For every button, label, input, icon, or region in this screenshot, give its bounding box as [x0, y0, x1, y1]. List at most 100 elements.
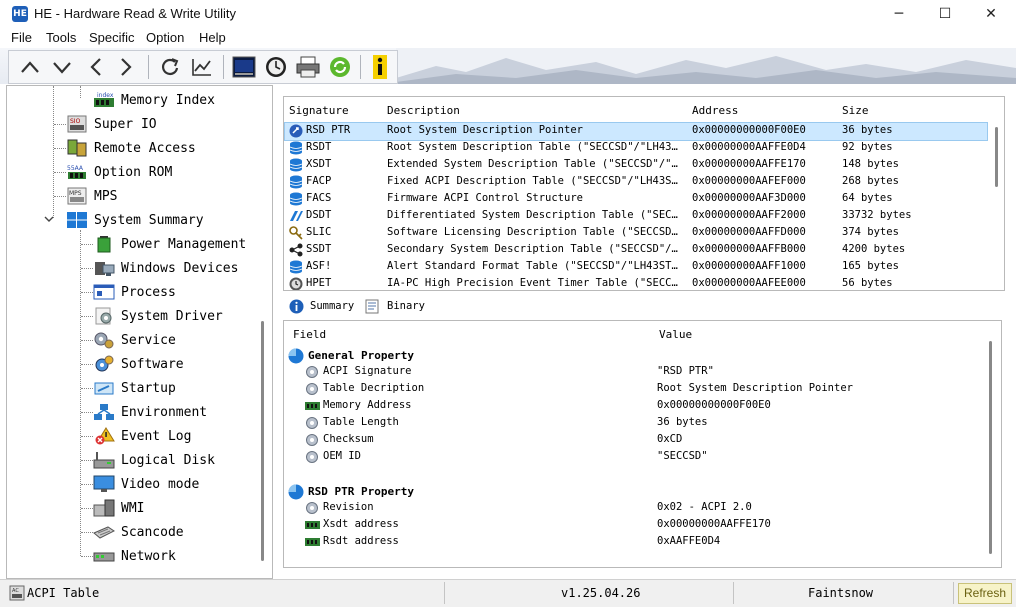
- tree-item-label: Logical Disk: [121, 452, 215, 468]
- column-header-size[interactable]: Size: [842, 104, 869, 117]
- row-description: Fixed ACPI Description Table ("SECCSD"/"…: [387, 175, 678, 187]
- detail-row[interactable]: Table Decription Root System Description…: [284, 381, 984, 398]
- close-button[interactable]: ✕: [968, 0, 1014, 28]
- tree-item-label: WMI: [121, 500, 145, 516]
- tree-item-system-driver[interactable]: System Driver: [93, 305, 223, 327]
- menu-tools[interactable]: Tools: [46, 30, 76, 45]
- tree-item-network[interactable]: Network: [93, 545, 176, 567]
- column-header-field[interactable]: Field: [293, 328, 326, 341]
- table-row[interactable]: RSD PTR Root System Description Pointer …: [284, 122, 988, 141]
- minimize-button[interactable]: ─: [876, 0, 922, 28]
- menu-specific[interactable]: Specific: [89, 30, 135, 45]
- tree-item-power-management[interactable]: Power Management: [93, 233, 246, 255]
- back-icon[interactable]: [83, 54, 109, 80]
- tree-item-remote-access[interactable]: Remote Access: [66, 137, 196, 159]
- gear-icon: [306, 417, 318, 429]
- binary-icon: [365, 299, 379, 313]
- acpi-list-scrollbar[interactable]: [995, 127, 998, 187]
- tree-line: [80, 86, 81, 98]
- tree-item-windows-devices[interactable]: Windows Devices: [93, 257, 238, 279]
- timer-icon: [289, 277, 303, 290]
- field-name: Revision: [323, 501, 374, 513]
- row-size: 374 bytes: [842, 226, 899, 238]
- tree-item-label: Event Log: [121, 428, 192, 444]
- up-icon[interactable]: [17, 54, 43, 80]
- menu-help[interactable]: Help: [199, 30, 226, 45]
- database-icon: [289, 192, 303, 206]
- tree-scrollbar[interactable]: [261, 321, 264, 561]
- tree-line: [81, 532, 93, 533]
- table-row[interactable]: ASF! Alert Standard Format Table ("SECCS…: [285, 259, 987, 276]
- column-header-value[interactable]: Value: [659, 328, 692, 341]
- row-signature: RSDT: [306, 141, 332, 153]
- refresh-button[interactable]: Refresh: [958, 583, 1012, 604]
- detail-row[interactable]: Memory Address 0x00000000000F00E0: [284, 398, 984, 415]
- row-address: 0x00000000000F00E0: [692, 124, 806, 136]
- detail-row[interactable]: OEM ID "SECCSD": [284, 449, 984, 466]
- tree-item-video-mode[interactable]: Video mode: [93, 473, 199, 495]
- expand-chevron-icon[interactable]: [44, 215, 54, 226]
- clock-icon[interactable]: [263, 54, 289, 80]
- database-icon: [289, 158, 303, 172]
- menu-option[interactable]: Option: [146, 30, 184, 45]
- chart-icon[interactable]: [189, 54, 215, 80]
- tree-item-mps[interactable]: MPS MPS: [66, 185, 117, 207]
- tree-item-super-io[interactable]: SIO Super IO: [66, 113, 157, 135]
- maximize-button[interactable]: ☐: [922, 0, 968, 28]
- tree-item-scancode[interactable]: Scancode: [93, 521, 184, 543]
- recycle-icon[interactable]: [327, 54, 353, 80]
- tab-summary[interactable]: Summary: [289, 297, 354, 315]
- field-name: Rsdt address: [323, 535, 399, 547]
- tree-item-label: Memory Index: [121, 92, 215, 108]
- tree-line: [53, 86, 54, 218]
- tree-item-wmi[interactable]: WMI: [93, 497, 144, 519]
- table-row[interactable]: FACP Fixed ACPI Description Table ("SECC…: [285, 174, 987, 191]
- tree-item-process[interactable]: Process: [93, 281, 176, 303]
- column-header-signature[interactable]: Signature: [289, 104, 349, 117]
- service-icon: [93, 331, 115, 349]
- table-row[interactable]: RSDT Root System Description Table ("SEC…: [285, 140, 987, 157]
- row-description: Alert Standard Format Table ("SECCSD"/"L…: [387, 260, 678, 272]
- tree-item-event-log[interactable]: Event Log: [93, 425, 191, 447]
- table-row[interactable]: DSDT Differentiated System Description T…: [285, 208, 987, 225]
- refresh-icon[interactable]: [157, 54, 183, 80]
- title-bar: HE HE - Hardware Read & Write Utility ─ …: [0, 0, 1016, 28]
- status-separator: [444, 582, 445, 604]
- tree-item-option-rom[interactable]: 55AA Option ROM: [66, 161, 172, 183]
- tree-line: [81, 508, 93, 509]
- detail-row[interactable]: Table Length 36 bytes: [284, 415, 984, 432]
- row-description: Root System Description Table ("SECCSD"/…: [387, 141, 678, 153]
- detail-row[interactable]: Rsdt address 0xAAFFE0D4: [284, 534, 984, 551]
- menu-file[interactable]: File: [11, 30, 32, 45]
- table-row[interactable]: XSDT Extended System Description Table (…: [285, 157, 987, 174]
- table-row[interactable]: FACS Firmware ACPI Control Structure 0x0…: [285, 191, 987, 208]
- row-address: 0x00000000AAFEE000: [692, 277, 806, 289]
- detail-scrollbar[interactable]: [989, 341, 992, 554]
- tree-item-environment[interactable]: Environment: [93, 401, 207, 423]
- table-row[interactable]: SLIC Software Licensing Description Tabl…: [285, 225, 987, 242]
- detail-row[interactable]: Revision 0x02 - ACPI 2.0: [284, 500, 984, 517]
- printer-icon[interactable]: [295, 54, 321, 80]
- tree-item-startup[interactable]: Startup: [93, 377, 176, 399]
- column-header-address[interactable]: Address: [692, 104, 738, 117]
- row-address: 0x00000000AAFFE0D4: [692, 141, 806, 153]
- down-icon[interactable]: [49, 54, 75, 80]
- tree-item-system-summary[interactable]: System Summary: [44, 209, 204, 231]
- detail-row[interactable]: Xsdt address 0x00000000AAFFE170: [284, 517, 984, 534]
- tree-item-software[interactable]: Software: [93, 353, 184, 375]
- monitor-icon: [93, 475, 115, 493]
- terminal-icon[interactable]: [231, 54, 257, 80]
- table-row[interactable]: HPET IA-PC High Precision Event Timer Ta…: [285, 276, 987, 290]
- info-icon[interactable]: [367, 54, 393, 80]
- forward-icon[interactable]: [113, 54, 139, 80]
- detail-row[interactable]: ACPI Signature "RSD PTR": [284, 364, 984, 381]
- tab-binary[interactable]: Binary: [365, 297, 425, 315]
- status-version: v1.25.04.26: [561, 586, 641, 600]
- tree-item-service[interactable]: Service: [93, 329, 176, 351]
- toolbar-separator: [360, 55, 361, 79]
- table-row[interactable]: SSDT Secondary System Description Table …: [285, 242, 987, 259]
- column-header-description[interactable]: Description: [387, 104, 460, 117]
- detail-row[interactable]: Checksum 0xCD: [284, 432, 984, 449]
- tree-item-logical-disk[interactable]: Logical Disk: [93, 449, 215, 471]
- tree-item-memory-index[interactable]: index Memory Index: [93, 89, 215, 111]
